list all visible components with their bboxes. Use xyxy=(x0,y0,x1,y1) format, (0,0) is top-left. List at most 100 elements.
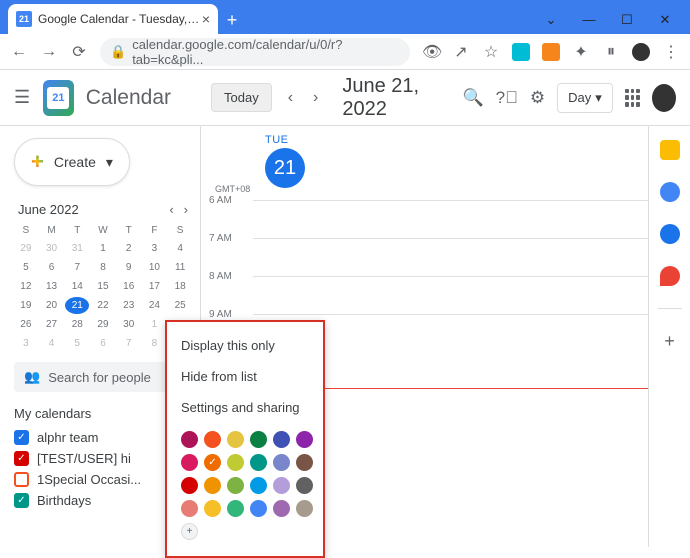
next-period-icon[interactable]: › xyxy=(309,85,322,111)
drop-icon[interactable]: ⌄ xyxy=(544,12,558,28)
color-swatch[interactable] xyxy=(181,454,198,471)
mini-day[interactable]: 20 xyxy=(40,297,64,314)
color-swatch[interactable] xyxy=(204,500,221,517)
prev-period-icon[interactable]: ‹ xyxy=(284,85,297,111)
color-swatch[interactable] xyxy=(227,431,244,448)
mini-day[interactable]: 12 xyxy=(14,278,38,295)
hour-row[interactable]: 8 AM xyxy=(253,276,690,314)
mini-day[interactable]: 9 xyxy=(117,259,141,276)
mini-day[interactable]: 8 xyxy=(91,259,115,276)
mini-day[interactable]: 30 xyxy=(117,316,141,333)
add-color-icon[interactable]: + xyxy=(181,523,198,540)
hour-row[interactable]: 6 AM xyxy=(253,200,690,238)
avatar[interactable] xyxy=(652,84,676,112)
hour-row[interactable]: 7 AM xyxy=(253,238,690,276)
color-swatch[interactable] xyxy=(181,500,198,517)
context-menu-item[interactable]: Display this only xyxy=(167,330,323,361)
mini-day[interactable]: 2 xyxy=(117,240,141,257)
mini-day[interactable]: 18 xyxy=(168,278,192,295)
maps-icon[interactable] xyxy=(660,266,680,286)
color-swatch[interactable] xyxy=(273,431,290,448)
mini-day[interactable]: 7 xyxy=(65,259,89,276)
mini-prev-icon[interactable]: ‹ xyxy=(169,202,173,217)
mini-day[interactable]: 11 xyxy=(168,259,192,276)
color-swatch[interactable] xyxy=(227,500,244,517)
calendar-checkbox[interactable] xyxy=(14,472,29,487)
color-swatch[interactable] xyxy=(273,477,290,494)
mini-day[interactable]: 22 xyxy=(91,297,115,314)
tab-close-icon[interactable]: × xyxy=(202,11,210,27)
mini-day[interactable]: 13 xyxy=(40,278,64,295)
color-swatch[interactable] xyxy=(181,431,198,448)
color-swatch[interactable] xyxy=(227,454,244,471)
color-swatch[interactable]: ✓ xyxy=(204,454,221,471)
help-icon[interactable]: ?⃝ xyxy=(496,88,518,108)
pause-icon[interactable]: ⏸ xyxy=(602,43,620,61)
create-button[interactable]: + Create ▾ xyxy=(14,138,130,186)
eye-icon[interactable]: 👁 xyxy=(422,42,440,62)
color-swatch[interactable] xyxy=(227,477,244,494)
tasks-icon[interactable] xyxy=(660,182,680,202)
mini-day[interactable]: 10 xyxy=(143,259,167,276)
address-bar[interactable]: 🔒 calendar.google.com/calendar/u/0/r?tab… xyxy=(100,38,410,66)
mini-day[interactable]: 25 xyxy=(168,297,192,314)
search-icon[interactable]: 🔍 xyxy=(462,88,483,108)
keep-icon[interactable] xyxy=(660,140,680,160)
extension-icon[interactable] xyxy=(512,43,530,61)
mini-day[interactable]: 27 xyxy=(40,316,64,333)
mini-day[interactable]: 5 xyxy=(65,335,89,352)
reload-icon[interactable]: ⟳ xyxy=(70,42,88,62)
mini-day[interactable]: 6 xyxy=(40,259,64,276)
mini-day[interactable]: 24 xyxy=(143,297,167,314)
gear-icon[interactable]: ⚙ xyxy=(530,88,545,108)
mini-day[interactable]: 7 xyxy=(117,335,141,352)
color-swatch[interactable] xyxy=(181,477,198,494)
profile-icon[interactable] xyxy=(632,43,650,61)
close-window-icon[interactable]: ✕ xyxy=(658,12,672,28)
color-swatch[interactable] xyxy=(296,500,313,517)
mini-day[interactable]: 19 xyxy=(14,297,38,314)
contacts-icon[interactable] xyxy=(660,224,680,244)
add-panel-icon[interactable]: + xyxy=(664,331,675,352)
mini-day[interactable]: 26 xyxy=(14,316,38,333)
mini-day[interactable]: 23 xyxy=(117,297,141,314)
mini-day[interactable]: 14 xyxy=(65,278,89,295)
day-number[interactable]: 21 xyxy=(265,148,305,188)
browser-tab[interactable]: 21 Google Calendar - Tuesday, June × xyxy=(8,4,218,34)
minimize-icon[interactable]: — xyxy=(582,12,596,28)
mini-day[interactable]: 21 xyxy=(65,297,89,314)
maximize-icon[interactable]: ☐ xyxy=(620,12,634,28)
context-menu-item[interactable]: Settings and sharing xyxy=(167,392,323,423)
mini-day[interactable]: 5 xyxy=(14,259,38,276)
color-swatch[interactable] xyxy=(250,500,267,517)
calendar-checkbox[interactable]: ✓ xyxy=(14,451,29,466)
mini-day[interactable]: 28 xyxy=(65,316,89,333)
mini-day[interactable]: 30 xyxy=(40,240,64,257)
apps-grid-icon[interactable] xyxy=(625,89,640,107)
mini-day[interactable]: 3 xyxy=(14,335,38,352)
color-swatch[interactable] xyxy=(296,477,313,494)
mini-day[interactable]: 15 xyxy=(91,278,115,295)
back-icon[interactable]: ← xyxy=(10,43,28,61)
metamask-icon[interactable] xyxy=(542,43,560,61)
color-swatch[interactable] xyxy=(204,477,221,494)
mini-day[interactable]: 17 xyxy=(143,278,167,295)
share-icon[interactable]: ↗ xyxy=(452,42,470,62)
menu-icon[interactable]: ☰ xyxy=(14,87,31,108)
color-swatch[interactable] xyxy=(296,454,313,471)
mini-day[interactable]: 4 xyxy=(40,335,64,352)
today-button[interactable]: Today xyxy=(211,83,272,112)
color-swatch[interactable] xyxy=(250,431,267,448)
mini-day[interactable]: 3 xyxy=(143,240,167,257)
forward-icon[interactable]: → xyxy=(40,43,58,61)
color-swatch[interactable] xyxy=(296,431,313,448)
color-swatch[interactable] xyxy=(204,431,221,448)
mini-day[interactable]: 16 xyxy=(117,278,141,295)
mini-day[interactable]: 6 xyxy=(91,335,115,352)
context-menu-item[interactable]: Hide from list xyxy=(167,361,323,392)
view-selector[interactable]: Day ▾ xyxy=(557,83,613,113)
calendar-checkbox[interactable]: ✓ xyxy=(14,430,29,445)
mini-next-icon[interactable]: › xyxy=(184,202,188,217)
mini-day[interactable]: 4 xyxy=(168,240,192,257)
color-swatch[interactable] xyxy=(250,477,267,494)
